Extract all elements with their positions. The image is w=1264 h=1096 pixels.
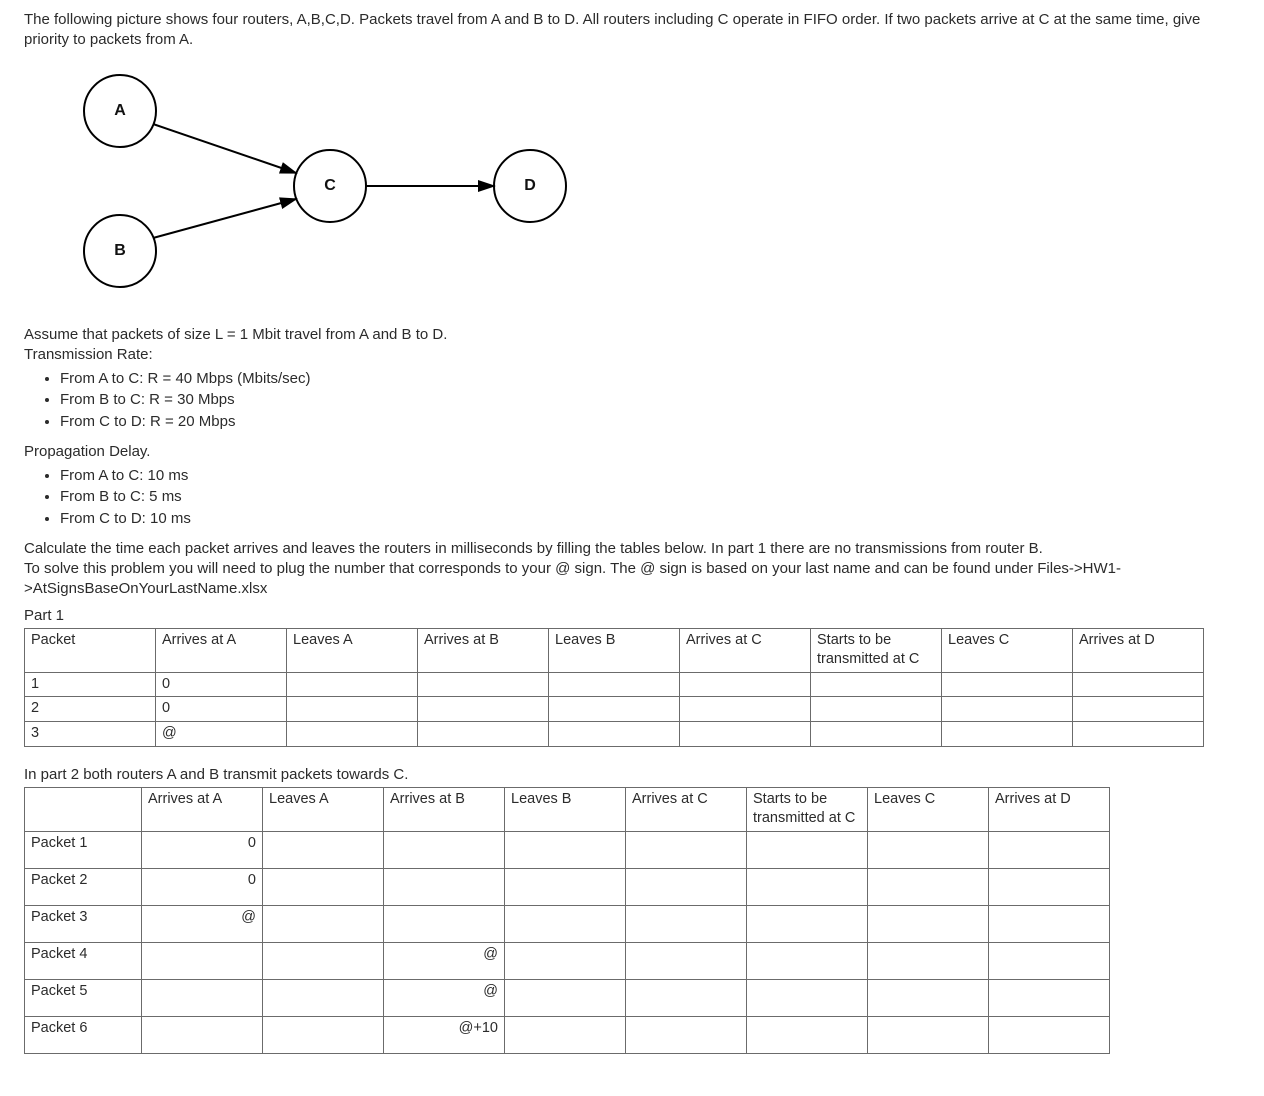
p2r4-arrB: @ — [384, 942, 505, 979]
table-row: 1 0 — [25, 672, 1204, 697]
delay-c-d: From C to D: 10 ms — [60, 509, 1244, 529]
table-row: Packet 4 @ — [25, 942, 1110, 979]
table-row: Packet 5 @ — [25, 979, 1110, 1016]
hdr-arrD: Arrives at D — [1073, 628, 1204, 672]
p2r2-label: Packet 2 — [25, 868, 142, 905]
p1r2-arrA: 0 — [156, 697, 287, 722]
p2r2-arrB[interactable] — [384, 868, 505, 905]
table-row: 2 0 — [25, 697, 1204, 722]
p1r3-arrA: @ — [156, 722, 287, 747]
propagation-delay-heading: Propagation Delay. — [24, 442, 1244, 462]
p2r3-label: Packet 3 — [25, 905, 142, 942]
router-c-node — [294, 150, 366, 222]
edge-b-c — [153, 199, 296, 238]
hdr-leaveA: Leaves A — [287, 628, 418, 672]
question-page: The following picture shows four routers… — [0, 0, 1264, 1094]
p1r1-arrA: 0 — [156, 672, 287, 697]
hdr2-arrD: Arrives at D — [989, 787, 1110, 831]
diagram-svg — [50, 61, 610, 311]
p2r3-arrB[interactable] — [384, 905, 505, 942]
hdr-packet: Packet — [25, 628, 156, 672]
hdr-arrA: Arrives at A — [156, 628, 287, 672]
part2-intro: In part 2 both routers A and B transmit … — [24, 765, 1244, 785]
p1r2-packet: 2 — [25, 697, 156, 722]
delay-b-c: From B to C: 5 ms — [60, 487, 1244, 507]
router-diagram: A B C D — [50, 61, 610, 311]
table-row: Packet 1 0 — [25, 831, 1110, 868]
rate-c-d: From C to D: R = 20 Mbps — [60, 412, 1244, 432]
transmission-rate-heading: Transmission Rate: — [24, 345, 1244, 365]
hdr-leaveC: Leaves C — [942, 628, 1073, 672]
table-row: Packet 2 0 — [25, 868, 1110, 905]
propagation-delay-list: From A to C: 10 ms From B to C: 5 ms Fro… — [24, 466, 1244, 529]
part1-header-row: Packet Arrives at A Leaves A Arrives at … — [25, 628, 1204, 672]
p2r1-arrB[interactable] — [384, 831, 505, 868]
p2r4-label: Packet 4 — [25, 942, 142, 979]
hdr2-blank — [25, 787, 142, 831]
p2r6-arrB: @+10 — [384, 1016, 505, 1053]
router-b-node — [84, 215, 156, 287]
hdr-leaveB: Leaves B — [549, 628, 680, 672]
p2r6-arrA[interactable] — [142, 1016, 263, 1053]
part1-label: Part 1 — [24, 606, 1244, 626]
table-row: Packet 3 @ — [25, 905, 1110, 942]
p1r1-packet: 1 — [25, 672, 156, 697]
table-row: Packet 6 @+10 — [25, 1016, 1110, 1053]
part2-table: Arrives at A Leaves A Arrives at B Leave… — [24, 787, 1110, 1054]
p2r6-label: Packet 6 — [25, 1016, 142, 1053]
part1-table: Packet Arrives at A Leaves A Arrives at … — [24, 628, 1204, 747]
p2r5-arrB: @ — [384, 979, 505, 1016]
hdr2-leaveA: Leaves A — [263, 787, 384, 831]
router-d-node — [494, 150, 566, 222]
table-row: 3 @ — [25, 722, 1204, 747]
transmission-rate-list: From A to C: R = 40 Mbps (Mbits/sec) Fro… — [24, 369, 1244, 432]
p2r1-label: Packet 1 — [25, 831, 142, 868]
calc-instruction-2: To solve this problem you will need to p… — [24, 559, 1244, 600]
part2-header-row: Arrives at A Leaves A Arrives at B Leave… — [25, 787, 1110, 831]
hdr2-leaveB: Leaves B — [505, 787, 626, 831]
calc-instruction-1: Calculate the time each packet arrives a… — [24, 539, 1244, 559]
p2r5-label: Packet 5 — [25, 979, 142, 1016]
hdr-arrC: Arrives at C — [680, 628, 811, 672]
hdr2-leaveC: Leaves C — [868, 787, 989, 831]
p2r3-arrA: @ — [142, 905, 263, 942]
hdr-startC: Starts to be transmitted at C — [811, 628, 942, 672]
router-a-node — [84, 75, 156, 147]
hdr2-startC: Starts to be transmitted at C — [747, 787, 868, 831]
hdr2-arrA: Arrives at A — [142, 787, 263, 831]
assumption-text: Assume that packets of size L = 1 Mbit t… — [24, 325, 1244, 345]
rate-b-c: From B to C: R = 30 Mbps — [60, 390, 1244, 410]
intro-text: The following picture shows four routers… — [24, 10, 1244, 51]
p1r3-packet: 3 — [25, 722, 156, 747]
hdr2-arrB: Arrives at B — [384, 787, 505, 831]
hdr-arrB: Arrives at B — [418, 628, 549, 672]
p2r1-arrA: 0 — [142, 831, 263, 868]
edge-a-c — [153, 124, 296, 173]
delay-a-c: From A to C: 10 ms — [60, 466, 1244, 486]
rate-a-c: From A to C: R = 40 Mbps (Mbits/sec) — [60, 369, 1244, 389]
p2r2-arrA: 0 — [142, 868, 263, 905]
p2r4-arrA[interactable] — [142, 942, 263, 979]
hdr2-arrC: Arrives at C — [626, 787, 747, 831]
p2r5-arrA[interactable] — [142, 979, 263, 1016]
